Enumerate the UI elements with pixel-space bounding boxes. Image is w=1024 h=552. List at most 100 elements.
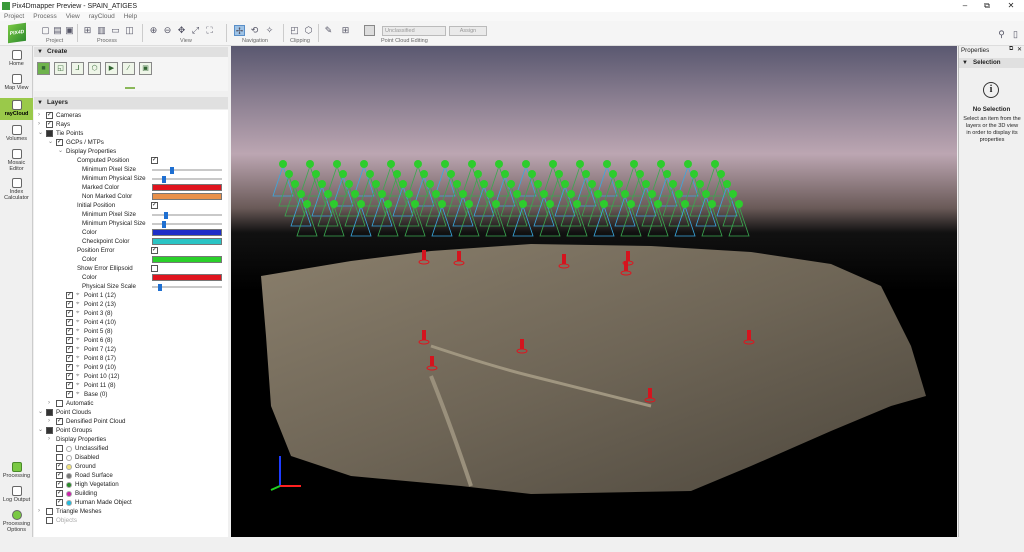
expand-icon[interactable]: › (48, 435, 50, 444)
gcp-point-item[interactable]: ⌖ Point 7 (12) (34, 345, 228, 354)
slider-track[interactable] (152, 220, 222, 228)
gcp-point-item[interactable]: ⌖ Point 3 (8) (34, 309, 228, 318)
camera-frustum[interactable] (323, 200, 345, 237)
slider-knob[interactable] (164, 211, 168, 219)
expand-icon[interactable]: › (38, 507, 40, 516)
camera-frustum[interactable] (647, 200, 669, 237)
layer-cameras[interactable]: › Cameras (34, 111, 228, 120)
checkbox[interactable] (66, 292, 73, 299)
checkbox[interactable] (46, 112, 53, 119)
nav-volumes[interactable]: Volumes (0, 125, 33, 142)
checkbox[interactable] (56, 400, 63, 407)
checkbox[interactable] (66, 337, 73, 344)
export-icon[interactable]: ◫ (124, 25, 135, 36)
checkbox[interactable] (46, 409, 53, 416)
create-polyline-icon[interactable]: ◱ (54, 62, 67, 75)
checkbox[interactable] (46, 130, 53, 137)
create-mesh-icon[interactable]: ∕ (122, 62, 135, 75)
camera-frustum[interactable] (512, 200, 534, 237)
checkbox[interactable] (66, 346, 73, 353)
create-video-icon[interactable]: ▶ (105, 62, 118, 75)
camera-frustum[interactable] (566, 200, 588, 237)
zoom-window-icon[interactable]: ⤢ (190, 25, 201, 36)
add-class-icon[interactable]: ⊞ (340, 25, 351, 36)
selection-header[interactable]: ▼ Selection (959, 58, 1024, 68)
slider-knob[interactable] (170, 166, 174, 174)
checkbox[interactable] (46, 517, 53, 524)
camera-frustum[interactable] (674, 200, 696, 237)
expand-icon[interactable]: › (48, 417, 50, 426)
layer-rays[interactable]: › Rays (34, 120, 228, 129)
nav-index-calculator[interactable]: Index Calculator (0, 178, 33, 201)
stop-icon[interactable]: ▭ (110, 25, 121, 36)
layers-header[interactable]: ▼ Layers (34, 97, 228, 109)
checkbox[interactable] (56, 418, 63, 425)
gcp-point-item[interactable]: ⌖ Point 4 (10) (34, 318, 228, 327)
class-dropdown[interactable]: Unclassified (382, 26, 446, 36)
camera-frustum[interactable] (377, 200, 399, 237)
nav-map-view[interactable]: Map View (0, 74, 33, 91)
menu-help[interactable]: Help (124, 12, 137, 21)
camera-frustum[interactable] (593, 200, 615, 237)
layer-triangle-meshes[interactable]: › Triangle Meshes (34, 507, 228, 516)
create-point-icon[interactable]: ■ (37, 62, 50, 75)
navigation-select-icon[interactable]: ✢ (234, 25, 245, 36)
zoom-out-icon[interactable]: ⊖ (162, 25, 173, 36)
create-volume-icon[interactable]: ⬡ (88, 62, 101, 75)
layer-point-groups[interactable]: ⌄ Point Groups (34, 426, 228, 435)
expand-icon[interactable]: ⌄ (38, 129, 43, 138)
menu-process[interactable]: Process (33, 12, 56, 21)
expand-icon[interactable]: ⌄ (48, 138, 53, 147)
slider-track[interactable] (152, 211, 222, 219)
terrain-surface[interactable] (261, 244, 926, 494)
color-swatch[interactable] (152, 193, 222, 200)
3d-viewport[interactable] (231, 46, 957, 537)
expand-icon[interactable]: › (38, 111, 40, 120)
menu-project[interactable]: Project (4, 12, 24, 21)
checkbox[interactable] (46, 121, 53, 128)
gcp-point-item[interactable]: ⌖ Point 2 (13) (34, 300, 228, 309)
nav-processing[interactable]: Processing (0, 462, 33, 479)
slider-track[interactable] (152, 166, 222, 174)
layer-tie-points[interactable]: ⌄ Tie Points (34, 129, 228, 138)
checkbox[interactable] (66, 310, 73, 317)
point-group-item[interactable]: High Vegetation (34, 480, 228, 489)
property-checkbox[interactable] (151, 265, 158, 272)
camera-frustum[interactable] (728, 200, 750, 237)
checkbox[interactable] (66, 382, 73, 389)
checkbox[interactable] (56, 463, 63, 470)
maximize-button[interactable]: ⧉ (976, 0, 998, 12)
camera-frustum[interactable] (485, 200, 507, 237)
nav-log-output[interactable]: Log Output (0, 486, 33, 503)
gcp-point-item[interactable]: ⌖ Point 9 (10) (34, 363, 228, 372)
save-project-icon[interactable]: ▣ (64, 25, 75, 36)
account-icon[interactable]: ⚲ (996, 29, 1007, 40)
camera-frustum[interactable] (701, 200, 723, 237)
splitter-handle[interactable] (125, 87, 135, 89)
point-group-item[interactable]: Ground (34, 462, 228, 471)
menu-raycloud[interactable]: rayCloud (89, 12, 115, 21)
checkbox[interactable] (66, 301, 73, 308)
color-swatch[interactable] (152, 256, 222, 263)
checkbox[interactable] (56, 481, 63, 488)
camera-frustum[interactable] (539, 200, 561, 237)
camera-frustum[interactable] (431, 200, 453, 237)
checkbox[interactable] (46, 508, 53, 515)
color-swatch[interactable] (152, 184, 222, 191)
create-surface-icon[interactable]: ⅃ (71, 62, 84, 75)
color-swatch[interactable] (152, 229, 222, 236)
pg-display-properties[interactable]: › Display Properties (34, 435, 228, 444)
point-group-item[interactable]: Human Made Object (34, 498, 228, 507)
layer-point-clouds[interactable]: ⌄ Point Clouds (34, 408, 228, 417)
camera-frustum[interactable] (350, 200, 372, 237)
checkbox[interactable] (56, 445, 63, 452)
create-header[interactable]: ▼ Create (34, 47, 228, 57)
color-swatch[interactable] (152, 274, 222, 281)
gcp-point-item[interactable]: ⌖ Point 1 (12) (34, 291, 228, 300)
create-grid-icon[interactable]: ▣ (139, 62, 152, 75)
camera-frustum[interactable] (458, 200, 480, 237)
new-project-icon[interactable]: ▢ (40, 25, 51, 36)
open-project-icon[interactable]: ▤ (52, 25, 63, 36)
point-group-item[interactable]: Building (34, 489, 228, 498)
expand-icon[interactable]: ⌄ (38, 408, 43, 417)
